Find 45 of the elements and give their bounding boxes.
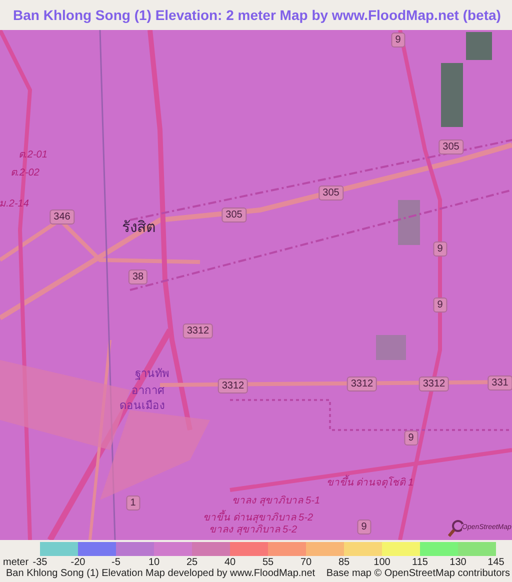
road-number-shield: 9: [433, 298, 447, 312]
road-number-shield: 346: [50, 210, 74, 224]
legend-value: -5: [112, 557, 120, 568]
road-number-shield: 3312: [346, 376, 378, 392]
road-number-shield: 9: [433, 242, 447, 256]
legend-unit: meter: [3, 557, 29, 568]
legend-value: 70: [300, 557, 312, 568]
road-label: ขาลง สุขาภิบาล 5-2: [209, 523, 297, 536]
legend-value: -35: [32, 557, 48, 568]
landmark-label: อากาศ: [132, 384, 164, 399]
legend-value: 85: [338, 557, 350, 568]
legend-value: 55: [262, 557, 274, 568]
attribution-text: Base map © OpenStreetMap contributors: [326, 568, 510, 579]
landmark-label: ดอนเมือง: [120, 398, 164, 414]
place-label: รังสิต: [122, 218, 156, 238]
road-label: ขาขึ้น ด่านสุขาภิบาล 5-2: [203, 510, 313, 524]
legend-value: 130: [450, 557, 466, 568]
road-label: ขาขึ้น ด่านจตุโชติ 1: [326, 474, 414, 490]
landmark-label: ฐานทัพ: [135, 367, 169, 382]
legend-value: 115: [412, 557, 428, 568]
legend-value: 100: [374, 557, 390, 568]
magnifier-icon: [448, 520, 464, 538]
road-number-shield: 305: [222, 208, 246, 222]
road-label: ขาลง สุขาภิบาล 5-1: [232, 494, 320, 508]
road-label: ต.2-02: [10, 166, 40, 180]
map-title: Ban Khlong Song (1) Elevation: 2 meter Map by www.FloodMap.net (beta): [13, 7, 501, 23]
road-number-shield: 305: [318, 186, 344, 200]
road-number-shield: 3312: [418, 376, 450, 392]
road-number-shield: 38: [128, 270, 148, 284]
road-number-shield: 305: [438, 140, 464, 154]
credit-text: Ban Khlong Song (1) Elevation Map developed by www.FloodMap.net: [6, 568, 316, 579]
road-number-shield: 3312: [182, 324, 214, 338]
legend-value: -20: [70, 557, 86, 568]
road-number-shield: 9: [357, 520, 371, 534]
legend-value: 40: [224, 557, 236, 568]
road-label: ม.2-14: [0, 198, 29, 210]
legend-value: 145: [488, 557, 504, 568]
road-number-shield: 331: [488, 376, 512, 390]
road-number-shield: 1: [126, 496, 140, 510]
legend-value: 25: [186, 557, 198, 568]
road-label: ต.2-01: [18, 148, 48, 162]
road-number-shield: 9: [391, 32, 405, 48]
road-number-shield: 3312: [218, 378, 248, 394]
road-number-shield: 9: [404, 430, 418, 446]
legend-value: 10: [148, 557, 160, 568]
